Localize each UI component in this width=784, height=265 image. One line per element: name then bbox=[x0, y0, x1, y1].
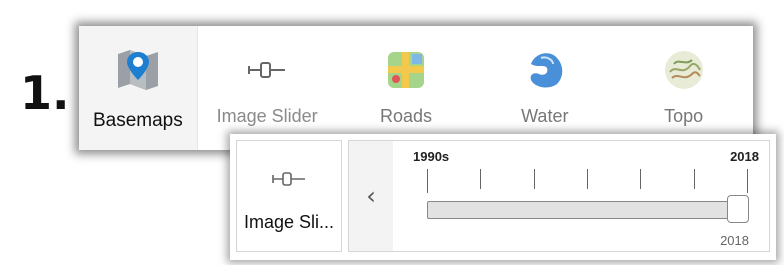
slider-track[interactable] bbox=[427, 201, 747, 219]
water-map-icon bbox=[521, 46, 569, 94]
slider-area: 1990s 2018 2018 bbox=[393, 141, 769, 251]
tick-mark bbox=[533, 169, 535, 189]
tick-mark bbox=[693, 169, 695, 189]
step-number: 1. bbox=[20, 66, 70, 120]
range-start-label: 1990s bbox=[413, 149, 450, 164]
tick-mark bbox=[587, 169, 588, 189]
slider-icon bbox=[243, 46, 291, 94]
topo-map-icon bbox=[660, 46, 708, 94]
image-slider-tool-label: Image Sli... bbox=[243, 212, 335, 232]
basemap-toolbar: Basemaps Image Slider Roads Water Topo bbox=[79, 26, 753, 150]
collapse-button[interactable]: ‹ bbox=[349, 141, 393, 251]
current-value-label: 2018 bbox=[720, 233, 749, 248]
tick-mark bbox=[480, 169, 482, 189]
tick-mark bbox=[747, 169, 748, 193]
basemaps-label: Basemaps bbox=[92, 110, 183, 131]
basemap-gallery-icon bbox=[114, 46, 162, 94]
time-slider: ‹ 1990s 2018 2018 bbox=[348, 140, 770, 252]
image-slider-tool-button[interactable]: Image Sli... bbox=[236, 140, 342, 252]
topo-button[interactable]: Topo bbox=[614, 26, 753, 150]
slider-handle[interactable] bbox=[727, 195, 749, 223]
image-slider-panel: Image Sli... ‹ 1990s 2018 2018 bbox=[230, 134, 776, 260]
tick-mark bbox=[640, 169, 642, 189]
roads-button[interactable]: Roads bbox=[337, 26, 476, 150]
image-slider-label: Image Slider bbox=[216, 106, 318, 126]
water-label: Water bbox=[521, 106, 569, 126]
water-button[interactable]: Water bbox=[475, 26, 614, 150]
slider-icon bbox=[269, 167, 309, 196]
roads-map-icon bbox=[382, 46, 430, 94]
topo-label: Topo bbox=[664, 106, 704, 126]
range-end-label: 2018 bbox=[730, 149, 759, 164]
chevron-left-icon: ‹ bbox=[366, 182, 376, 210]
basemaps-button[interactable]: Basemaps bbox=[79, 26, 198, 150]
image-slider-button[interactable]: Image Slider bbox=[198, 26, 337, 150]
roads-label: Roads bbox=[379, 106, 432, 126]
tick-mark bbox=[427, 169, 428, 193]
tick-marks bbox=[427, 169, 748, 193]
